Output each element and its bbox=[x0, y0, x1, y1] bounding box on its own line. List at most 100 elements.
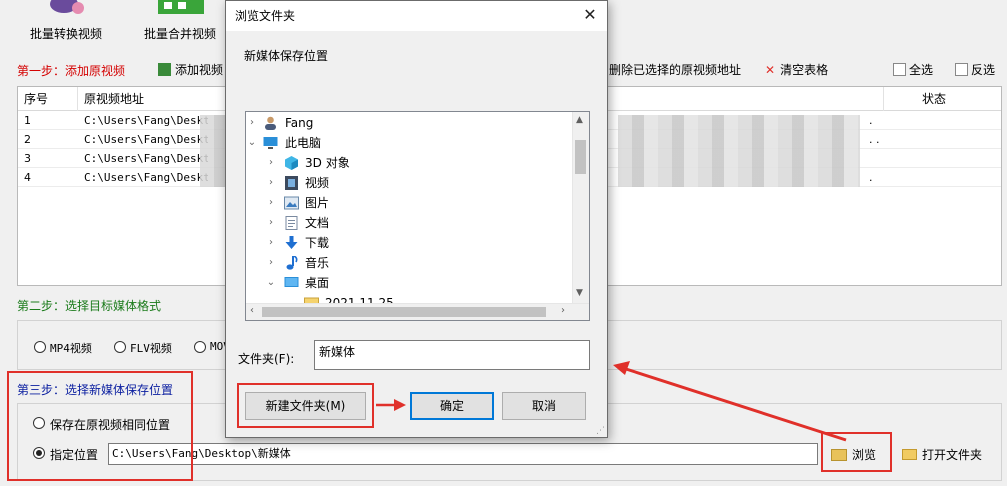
clear-table-button[interactable]: ✕ 清空表格 bbox=[765, 61, 828, 79]
chevron-right-icon[interactable]: › bbox=[266, 153, 276, 173]
invert-select-icon bbox=[955, 63, 968, 76]
format-label: MP4视频 bbox=[50, 342, 92, 355]
step1-label: 第一步：添加原视频 bbox=[17, 64, 126, 78]
add-video-icon bbox=[158, 63, 171, 76]
delete-selected-label: 删除已选择的原视频地址 bbox=[609, 63, 742, 77]
scroll-up-icon[interactable]: ▲ bbox=[576, 115, 583, 125]
tree-horizontal-scrollbar[interactable]: ‹ › bbox=[246, 303, 589, 320]
annotation-box-browse bbox=[821, 432, 892, 472]
tree-item-pictures[interactable]: › 图片 bbox=[246, 193, 572, 213]
batch-merge-button[interactable]: 批量合并视频 bbox=[142, 0, 218, 50]
chevron-right-icon[interactable]: › bbox=[266, 233, 276, 253]
cancel-button[interactable]: 取消 bbox=[502, 392, 586, 420]
annotation-box-new-folder bbox=[237, 383, 374, 428]
row-index: 1 bbox=[24, 114, 31, 127]
scroll-left-icon[interactable]: ‹ bbox=[250, 305, 254, 316]
close-icon[interactable]: ✕ bbox=[581, 7, 599, 25]
add-video-label: 添加视频 bbox=[175, 63, 224, 77]
desktop-icon bbox=[284, 277, 299, 287]
tree-item-label: 音乐 bbox=[305, 256, 330, 270]
tree-item-label: 3D 对象 bbox=[305, 156, 350, 170]
open-folder-label: 打开文件夹 bbox=[922, 448, 983, 462]
format-radio[interactable] bbox=[194, 341, 206, 353]
select-all-button[interactable]: 全选 bbox=[893, 61, 933, 79]
row-index: 3 bbox=[24, 152, 31, 165]
tree-item-downloads[interactable]: › 下载 bbox=[246, 233, 572, 253]
save-path-input[interactable]: C:\Users\Fang\Desktop\新媒体 bbox=[108, 443, 818, 465]
chevron-right-icon[interactable]: › bbox=[266, 213, 276, 233]
chevron-right-icon[interactable]: › bbox=[266, 173, 276, 193]
document-icon bbox=[285, 216, 298, 230]
tree-item-label: Fang bbox=[285, 116, 314, 130]
folder-field-label: 文件夹(F): bbox=[238, 352, 295, 366]
tree-item-label: 此电脑 bbox=[285, 136, 322, 150]
browse-folder-dialog: 浏览文件夹 ✕ 新媒体保存位置 › Fang ⌄ 此电脑 › 3D 对象 › 视… bbox=[225, 0, 608, 438]
row-path: C:\Users\Fang\Deskt bbox=[84, 114, 208, 127]
row-path: C:\Users\Fang\Deskt bbox=[84, 152, 208, 165]
blurred-redaction bbox=[618, 115, 860, 187]
red-x-icon: ✕ bbox=[765, 63, 776, 77]
scroll-thumb[interactable] bbox=[575, 140, 586, 174]
tree-item-desktop[interactable]: ⌄ 桌面 bbox=[246, 273, 572, 293]
tree-item-label: 视频 bbox=[305, 176, 330, 190]
tree-item-this-pc[interactable]: ⌄ 此电脑 bbox=[246, 133, 572, 153]
merge-video-icon bbox=[158, 0, 204, 14]
row-index: 2 bbox=[24, 133, 31, 146]
cube-icon bbox=[285, 156, 298, 170]
dialog-title: 浏览文件夹 bbox=[235, 9, 296, 23]
header-status: 状态 bbox=[922, 92, 947, 106]
row-path-tail: . . bbox=[869, 133, 880, 146]
invert-select-button[interactable]: 反选 bbox=[955, 61, 995, 79]
annotation-box-step3 bbox=[7, 371, 193, 481]
chevron-down-icon[interactable]: ⌄ bbox=[247, 133, 257, 153]
tree-vertical-scrollbar[interactable]: ▲ ▼ bbox=[572, 112, 589, 305]
row-path-tail: . bbox=[869, 171, 873, 184]
dialog-title-bar: 浏览文件夹 ✕ bbox=[226, 1, 607, 31]
user-icon bbox=[265, 116, 276, 130]
tree-item-music[interactable]: › 音乐 bbox=[246, 253, 572, 273]
scroll-right-icon[interactable]: › bbox=[561, 305, 565, 316]
tree-item-label: 桌面 bbox=[305, 276, 330, 290]
blurred-redaction bbox=[200, 115, 226, 187]
dialog-description: 新媒体保存位置 bbox=[244, 49, 329, 63]
batch-convert-button[interactable]: 批量转换视频 bbox=[28, 0, 104, 50]
row-path-tail: . bbox=[869, 114, 873, 127]
picture-icon bbox=[284, 196, 299, 210]
chevron-right-icon[interactable]: › bbox=[247, 113, 257, 133]
resize-grip-icon[interactable]: ⋰ bbox=[596, 426, 605, 436]
select-all-icon bbox=[893, 63, 906, 76]
delete-selected-button[interactable]: 删除已选择的原视频地址 bbox=[609, 61, 741, 79]
add-video-button[interactable]: 添加视频 bbox=[158, 61, 223, 79]
folder-icon bbox=[902, 449, 917, 460]
format-radio[interactable] bbox=[34, 341, 46, 353]
tree-item-label: 图片 bbox=[305, 196, 330, 210]
batch-convert-label: 批量转换视频 bbox=[30, 27, 103, 41]
tree-item-documents[interactable]: › 文档 bbox=[246, 213, 572, 233]
tree-item-label: 文档 bbox=[305, 216, 330, 230]
chevron-right-icon[interactable]: › bbox=[266, 193, 276, 213]
step2-label: 第二步：选择目标媒体格式 bbox=[17, 299, 162, 313]
row-path: C:\Users\Fang\Deskt bbox=[84, 171, 208, 184]
format-label: FLV视频 bbox=[130, 342, 172, 355]
tree-item-label: 下载 bbox=[305, 236, 330, 250]
tree-item-user[interactable]: › Fang bbox=[246, 113, 572, 133]
header-index: 序号 bbox=[18, 87, 78, 111]
scroll-thumb[interactable] bbox=[262, 307, 546, 317]
row-path-tail bbox=[863, 149, 883, 168]
folder-tree[interactable]: › Fang ⌄ 此电脑 › 3D 对象 › 视频 › 图片 › 文档 › 下载… bbox=[245, 111, 590, 321]
row-path: C:\Users\Fang\Deskt bbox=[84, 133, 208, 146]
tree-item-videos[interactable]: › 视频 bbox=[246, 173, 572, 193]
ok-button[interactable]: 确定 bbox=[410, 392, 494, 420]
video-icon bbox=[285, 176, 298, 190]
chevron-down-icon[interactable]: ⌄ bbox=[266, 273, 276, 293]
select-all-label: 全选 bbox=[909, 63, 934, 77]
format-radio[interactable] bbox=[114, 341, 126, 353]
open-folder-button[interactable]: 打开文件夹 bbox=[902, 446, 982, 462]
row-index: 4 bbox=[24, 171, 31, 184]
music-note-icon bbox=[286, 256, 298, 270]
scroll-down-icon[interactable]: ▼ bbox=[576, 288, 583, 298]
chevron-right-icon[interactable]: › bbox=[266, 253, 276, 273]
folder-name-input[interactable]: 新媒体 bbox=[314, 340, 590, 370]
tree-item-3d-objects[interactable]: › 3D 对象 bbox=[246, 153, 572, 173]
download-arrow-icon bbox=[285, 236, 298, 249]
